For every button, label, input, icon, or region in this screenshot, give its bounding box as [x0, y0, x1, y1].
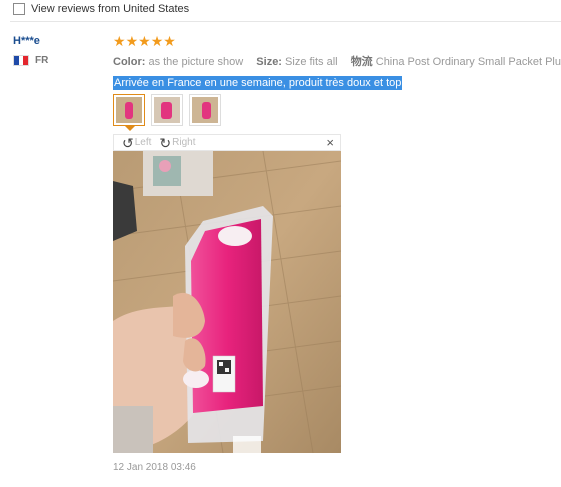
- photo-viewer: ↺ Left ↻ Right ×: [113, 134, 341, 453]
- country-filter[interactable]: View reviews from United States: [13, 2, 189, 16]
- rotate-left-icon: ↺: [122, 134, 134, 151]
- france-flag-icon: [13, 55, 29, 66]
- divider: [10, 21, 561, 22]
- reviewer-info: H***e FR: [13, 35, 103, 66]
- rotate-left-button[interactable]: ↺ Left: [122, 136, 151, 150]
- rotate-right-label: Right: [172, 137, 196, 148]
- active-caret-icon: [125, 126, 135, 131]
- thumbnail-image: [116, 97, 142, 123]
- star-icon: ★: [125, 32, 139, 49]
- shipping-attr-value: China Post Ordinary Small Packet Plus: [375, 56, 561, 68]
- thumbnail-image: [192, 97, 218, 123]
- filter-checkbox[interactable]: [13, 3, 25, 15]
- viewer-toolbar: ↺ Left ↻ Right ×: [113, 134, 341, 151]
- review-date: 12 Jan 2018 03:46: [113, 462, 196, 473]
- reviewer-country: FR: [13, 55, 103, 66]
- photo-thumbnails: [113, 94, 227, 131]
- thumbnail-2[interactable]: [151, 94, 183, 126]
- rotate-left-label: Left: [134, 137, 152, 148]
- review-text: Arrivée en France en une semaine, produi…: [113, 76, 403, 90]
- star-icon: ★: [138, 32, 151, 49]
- review-photo[interactable]: [113, 151, 341, 453]
- reviewer-name: H***e: [13, 35, 40, 47]
- review-body: ★ ★ ★ ★ ★ Color: as the picture show Size: S…: [113, 33, 561, 90]
- thumbnail-3[interactable]: [189, 94, 221, 126]
- star-rating: ★ ★ ★ ★ ★: [113, 33, 553, 48]
- close-icon[interactable]: ×: [326, 136, 334, 150]
- country-code: FR: [35, 55, 49, 66]
- star-icon: ★: [113, 32, 126, 49]
- size-attr-value: Size fits all: [285, 56, 338, 68]
- review-attributes: Color: as the picture show Size: Size fi…: [113, 53, 561, 69]
- color-attr-value: as the picture show: [148, 56, 244, 68]
- filter-label[interactable]: View reviews from United States: [31, 3, 189, 15]
- shipping-attr-key: 物流: [350, 56, 373, 68]
- color-attr-key: Color:: [113, 56, 146, 68]
- thumbnail-1[interactable]: [113, 94, 145, 131]
- rotate-right-button[interactable]: ↻ Right: [159, 136, 195, 150]
- thumbnail-image: [154, 97, 180, 123]
- rotate-right-icon: ↻: [159, 134, 172, 151]
- star-icon: ★: [163, 32, 176, 49]
- size-attr-key: Size:: [256, 56, 282, 68]
- star-icon: ★: [150, 32, 164, 49]
